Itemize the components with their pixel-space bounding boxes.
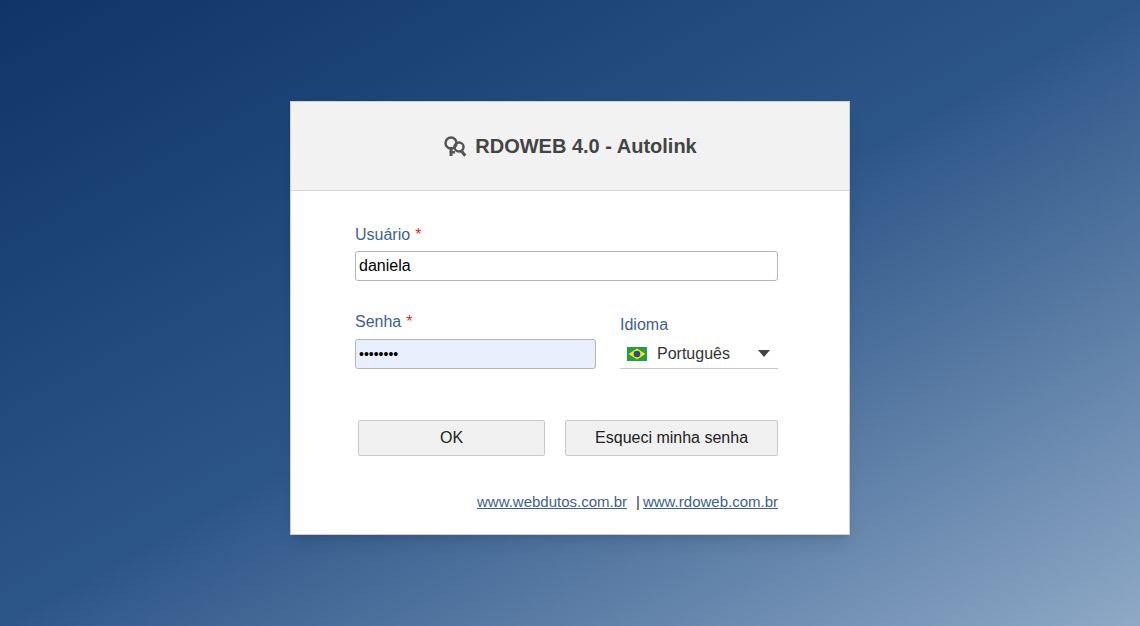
button-row: OK Esqueci minha senha [355, 420, 778, 456]
brazil-flag-icon [627, 347, 647, 361]
link-separator: | [636, 492, 640, 512]
language-label: Idioma [620, 315, 778, 335]
footer-links: www.webdutos.com.br | www.rdoweb.com.br [355, 492, 778, 512]
forgot-password-button[interactable]: Esqueci minha senha [565, 420, 778, 456]
password-group: Senha * [355, 312, 596, 369]
login-card: RDOWEB 4.0 - Autolink Usuário * Senha * … [290, 101, 850, 535]
password-label-text: Senha [355, 312, 401, 332]
app-title: RDOWEB 4.0 - Autolink [475, 134, 696, 158]
background-photo: RDOWEB 4.0 - Autolink Usuário * Senha * … [0, 0, 1140, 626]
language-value: Português [657, 342, 748, 366]
password-input[interactable] [355, 339, 596, 369]
language-select[interactable]: Português [620, 339, 778, 369]
webdutos-link[interactable]: www.webdutos.com.br [477, 492, 627, 512]
required-mark: * [406, 312, 412, 332]
language-group: Idioma Português [620, 312, 778, 369]
rdoweb-link[interactable]: www.rdoweb.com.br [643, 492, 778, 512]
card-body: Usuário * Senha * Idioma [291, 191, 849, 534]
key-icon [443, 135, 467, 157]
username-label-text: Usuário [355, 225, 410, 245]
password-label: Senha * [355, 312, 596, 332]
username-input[interactable] [355, 251, 778, 281]
second-row: Senha * Idioma Português [355, 312, 778, 369]
required-mark: * [415, 225, 421, 245]
ok-button[interactable]: OK [358, 420, 545, 456]
username-label: Usuário * [355, 225, 778, 245]
dropdown-caret-icon [758, 350, 770, 357]
card-header: RDOWEB 4.0 - Autolink [291, 102, 849, 191]
